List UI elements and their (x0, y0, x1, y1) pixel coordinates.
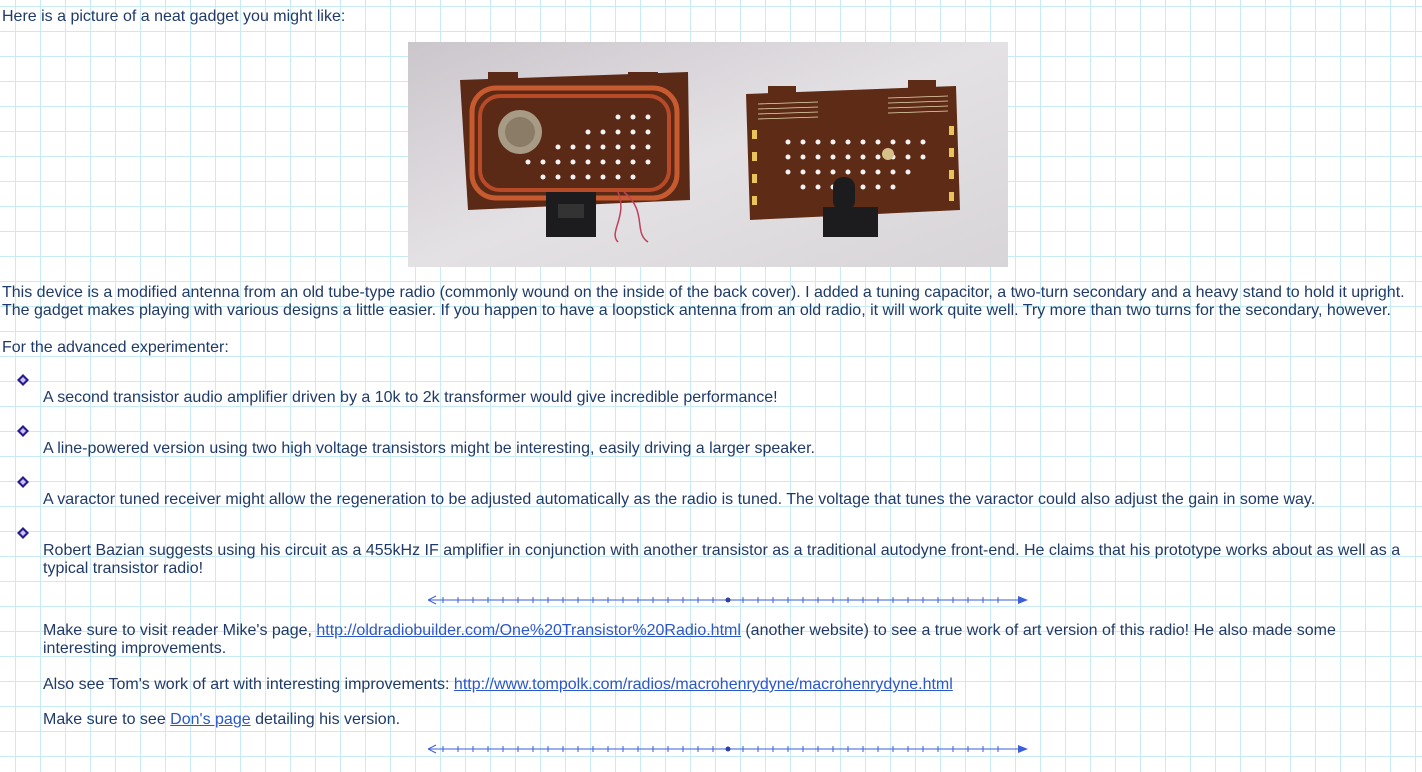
list-item: Robert Bazian suggests using his circuit… (43, 542, 1401, 577)
tom-paragraph: Also see Tom's work of art with interest… (43, 676, 1408, 694)
mike-text-before: Make sure to visit reader Mike's page, (43, 622, 317, 639)
ruler-divider (428, 595, 1028, 605)
don-text-before: Make sure to see (43, 711, 171, 728)
diamond-bullet-icon (17, 476, 29, 488)
list-item: A second transistor audio amplifier driv… (43, 389, 778, 406)
don-paragraph: Make sure to see Don's page detailing hi… (43, 711, 1408, 729)
tom-page-link[interactable]: http://www.tompolk.com/radios/macrohenry… (454, 676, 953, 693)
advanced-heading: For the advanced experimenter: (2, 339, 229, 356)
don-text-after: detailing his version. (250, 711, 401, 728)
list-item: A varactor tuned receiver might allow th… (43, 491, 1316, 508)
mike-page-link[interactable]: http://oldradiobuilder.com/One%20Transis… (316, 622, 741, 639)
diamond-bullet-icon (17, 425, 29, 437)
ruler-divider (428, 744, 1028, 754)
diamond-bullet-icon (17, 374, 29, 386)
gadget-photo (408, 42, 1008, 267)
mike-paragraph: Make sure to visit reader Mike's page, h… (43, 622, 1408, 658)
list-item: A line-powered version using two high vo… (43, 440, 815, 457)
intro-text: Here is a picture of a neat gadget you m… (2, 8, 346, 25)
tom-text-before: Also see Tom's work of art with interest… (43, 676, 454, 693)
diamond-bullet-icon (17, 527, 29, 539)
description-text: This device is a modified antenna from a… (2, 284, 1405, 319)
don-page-link[interactable]: Don's page (170, 711, 250, 728)
